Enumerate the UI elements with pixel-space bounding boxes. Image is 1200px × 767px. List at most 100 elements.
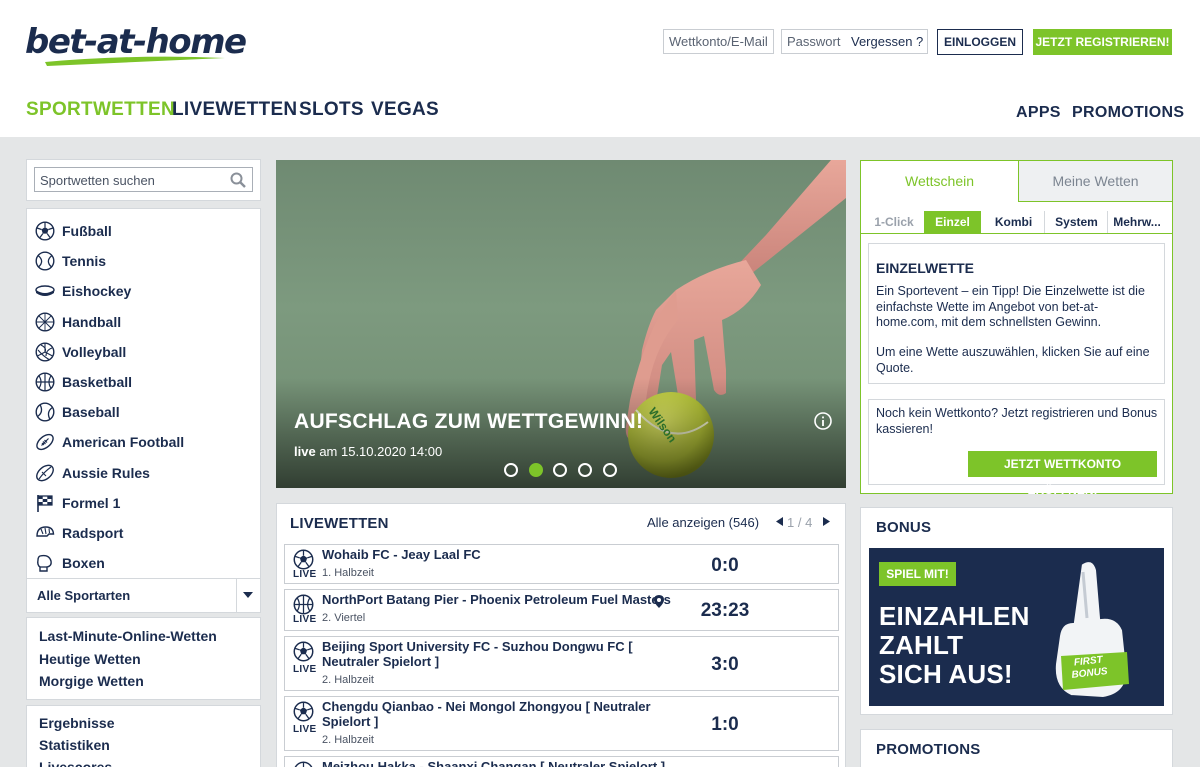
chevron-down-icon[interactable] <box>243 592 253 598</box>
site-logo[interactable]: bet-at-home <box>25 22 247 68</box>
match-period: 2. Viertel <box>322 612 366 624</box>
slide-dot[interactable] <box>578 463 592 477</box>
live-match-row[interactable]: LIVE Beijing Sport University FC - Suzhou… <box>284 636 839 691</box>
subtab-one-click[interactable]: 1-Click <box>866 211 922 233</box>
slide-dot-active[interactable] <box>529 463 543 477</box>
slide-dot[interactable] <box>603 463 617 477</box>
nav-vegas[interactable]: VEGAS <box>371 98 439 122</box>
nav-livewetten[interactable]: LIVEWETTEN <box>172 98 297 122</box>
info-icon[interactable] <box>814 412 832 430</box>
next-page-icon[interactable] <box>823 517 830 526</box>
soccer-ball-icon <box>293 549 314 570</box>
subtab-multi[interactable]: Mehrw... <box>1109 211 1165 233</box>
nav-apps[interactable]: APPS <box>1016 101 1061 125</box>
subtab-system[interactable]: System <box>1046 211 1108 233</box>
show-all-link[interactable]: Alle anzeigen (546) <box>647 515 759 530</box>
register-button[interactable]: JETZT REGISTRIEREN! <box>1033 29 1172 55</box>
results-link[interactable]: Ergebnisse <box>39 714 114 732</box>
cycling-helmet-icon <box>36 526 55 537</box>
match-score[interactable]: 3:0 <box>680 654 770 676</box>
bonus-banner[interactable]: SPIEL MIT! EINZAHLEN ZAHLT SICH AUS! FIR… <box>869 548 1164 706</box>
tab-my-bets[interactable]: Meine Wetten <box>1019 173 1172 189</box>
match-period: 2. Halbzeit <box>322 674 374 686</box>
slide-dot[interactable] <box>504 463 518 477</box>
sport-search-field[interactable]: Sportwetten suchen <box>34 167 253 192</box>
password-field[interactable]: Vergessen ? <box>781 29 928 54</box>
live-match-row[interactable]: LIVE Wohaib FC - Jeay Laal FC 1. Halbzeit 0… <box>284 544 839 584</box>
password-input[interactable] <box>787 34 849 49</box>
play-button[interactable]: SPIEL MIT! <box>879 562 956 586</box>
match-teams: Wohaib FC - Jeay Laal FC <box>322 547 481 562</box>
pager: 1 / 4 <box>787 515 812 530</box>
match-teams: Beijing Sport University FC - Suzhou Don… <box>322 639 633 669</box>
divider <box>27 578 260 579</box>
live-match-row[interactable]: LIVE NorthPort Batang Pier - Phoenix Petr… <box>284 589 839 631</box>
soccer-ball-icon <box>35 221 55 241</box>
hero-date: am 15.10.2020 14:00 <box>319 444 443 459</box>
basketball-icon <box>35 372 55 392</box>
hero-live-label: live <box>294 444 316 459</box>
divider <box>236 579 237 612</box>
bonus-headline: EINZAHLEN ZAHLT SICH AUS! <box>879 602 1030 689</box>
open-account-button[interactable]: JETZT WETTKONTO ERÖFFNEN! <box>968 451 1157 497</box>
aussie-rules-ball-icon <box>36 464 54 481</box>
last-minute-link[interactable]: Last-Minute-Online-Wetten <box>39 627 217 645</box>
nav-slots[interactable]: SLOTS <box>299 98 364 122</box>
login-button[interactable]: EINLOGGEN <box>937 29 1023 55</box>
tomorrow-bets-link[interactable]: Morgige Wetten <box>39 672 144 690</box>
slide-dot[interactable] <box>553 463 567 477</box>
statistics-link[interactable]: Statistiken <box>39 736 110 754</box>
match-score[interactable]: 0:0 <box>680 555 770 577</box>
nav-sportwetten[interactable]: SPORTWETTEN <box>26 98 175 122</box>
sport-item-label: Tennis <box>62 253 107 270</box>
match-teams: Chengdu Qianbao - Nei Mongol Zhongyou [ … <box>322 699 651 729</box>
sport-item-label: Boxen <box>62 555 105 572</box>
prev-page-icon[interactable] <box>776 517 783 526</box>
livescores-link[interactable]: Livescores <box>39 758 112 767</box>
subtab-combo[interactable]: Kombi <box>983 211 1045 233</box>
match-score[interactable]: 1:0 <box>680 714 770 736</box>
sport-item-label: Radsport <box>62 525 124 541</box>
nav-promotions[interactable]: PROMOTIONS <box>1072 101 1184 125</box>
forgot-password-link[interactable]: Vergessen ? <box>851 30 923 53</box>
bonus-title: BONUS <box>876 519 932 536</box>
sport-item-label: Fußball <box>62 223 112 239</box>
baseball-icon <box>35 402 55 422</box>
logo-swoosh-icon <box>45 56 225 66</box>
tab-betslip[interactable]: Wettschein <box>861 173 1018 189</box>
match-teams: Meizhou Hakka - Shaanxi Changan [ Neutra… <box>322 759 666 767</box>
live-match-row[interactable]: LIVE Chengdu Qianbao - Nei Mongol Zhongyo… <box>284 696 839 751</box>
live-tag: LIVE <box>293 724 317 735</box>
soccer-ball-icon <box>293 641 314 662</box>
basketball-icon <box>293 594 314 615</box>
boxing-glove-icon <box>37 555 52 572</box>
live-match-row[interactable]: LIVEMeizhou Hakka - Shaanxi Changan [ Ne… <box>284 756 839 767</box>
live-tag: LIVE <box>293 614 317 625</box>
account-field[interactable] <box>663 29 774 54</box>
live-tag: LIVE <box>293 664 317 675</box>
handball-icon <box>35 312 55 332</box>
location-pin-icon <box>654 595 664 608</box>
sport-item-label: American Football <box>62 434 185 451</box>
site-header: bet-at-home Vergessen ? EINLOGGEN JETZT … <box>0 0 1200 137</box>
checkered-flag-icon <box>37 494 53 512</box>
hero-banner[interactable]: Wilson AUFSCHLAG ZUM WETTGEWINN! live am… <box>276 160 846 488</box>
all-sports-dropdown[interactable]: Alle Sportarten <box>37 587 130 605</box>
search-icon[interactable] <box>230 172 246 188</box>
subtab-single[interactable]: Einzel <box>924 211 981 233</box>
bonus-headline-line: ZAHLT <box>879 630 964 660</box>
bonus-headline-line: EINZAHLEN <box>879 601 1030 631</box>
sport-item-label: Aussie Rules <box>62 464 150 481</box>
soccer-ball-icon <box>293 701 314 722</box>
register-text: Noch kein Wettkonto? Jetzt registrieren … <box>876 406 1158 436</box>
today-bets-link[interactable]: Heutige Wetten <box>39 650 141 668</box>
single-bet-title: EINZELWETTE <box>876 260 974 276</box>
american-football-icon <box>36 434 54 451</box>
bonus-headline-line: SICH AUS! <box>879 659 1013 689</box>
sport-search-input[interactable]: Sportwetten suchen <box>40 173 155 188</box>
match-score[interactable]: 23:23 <box>680 600 770 622</box>
sport-item-label: Baseball <box>62 404 120 421</box>
sport-item-label: Eishockey <box>62 283 132 300</box>
match-teams: NorthPort Batang Pier - Phoenix Petroleu… <box>322 592 671 607</box>
account-input[interactable] <box>669 34 768 49</box>
